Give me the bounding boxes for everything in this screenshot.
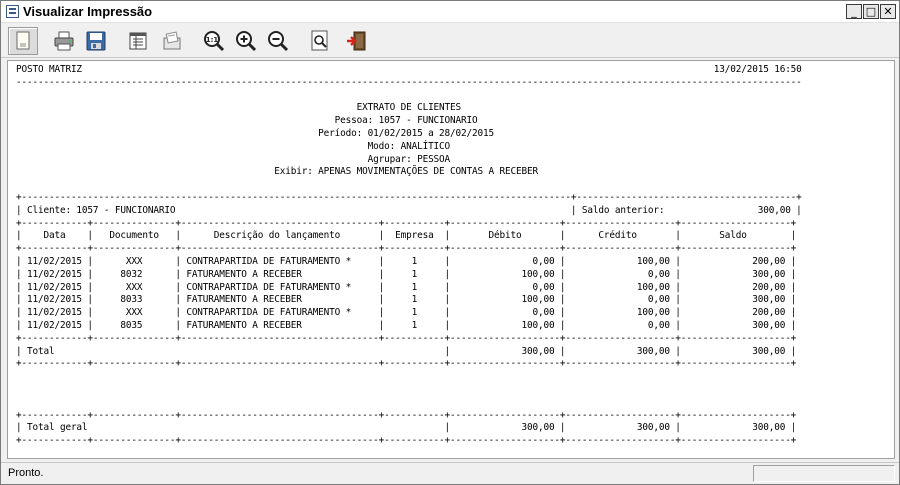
zoom-actual-button[interactable]: 1:1 (199, 27, 229, 55)
minimize-button[interactable]: _ (846, 4, 862, 19)
page-icon (16, 31, 30, 50)
status-pane (753, 465, 895, 482)
report-title: EXTRATO DE CLIENTES (16, 102, 802, 114)
zoom-actual-size-icon: 1:1 (204, 31, 225, 52)
list-view-button[interactable] (123, 27, 153, 55)
report-header: POSTO MATRIZ 13/02/2015 16:50 (16, 64, 802, 75)
page-view-button[interactable] (8, 27, 38, 55)
divider: ----------------------------------------… (16, 76, 802, 88)
report-filter: Exibir: APENAS MOVIMENTAÇÕES DE CONTAS A… (16, 166, 802, 178)
zoom-in-icon (236, 31, 257, 52)
find-in-page-icon (311, 30, 328, 51)
grand-total-row: | Total geral | 300,00 | 300,00 | 300,00… (16, 422, 797, 434)
maximize-button[interactable]: □ (863, 4, 879, 19)
zoom-out-button[interactable] (263, 27, 293, 55)
table-row: | 11/02/2015 | 8033 | FATURAMENTO A RECE… (16, 294, 797, 306)
report-person: Pessoa: 1057 - FUNCIONARIO (16, 115, 802, 127)
status-bar: Pronto. (1, 462, 899, 484)
divider: +------------+---------------+----------… (16, 435, 797, 447)
total-row: | Total | 300,00 | 300,00 | 300,00 | (16, 345, 797, 357)
svg-text:1:1: 1:1 (206, 36, 219, 44)
divider: +------------+---------------+----------… (16, 217, 797, 229)
title-bar: Visualizar Impressão _ □ ✕ (1, 1, 899, 23)
export-button[interactable] (157, 27, 187, 55)
status-text: Pronto. (8, 467, 44, 479)
table-row: | 11/02/2015 | 8035 | FATURAMENTO A RECE… (16, 319, 797, 331)
divider: +------------+---------------+----------… (16, 358, 797, 370)
table-row: | 11/02/2015 | XXX | CONTRAPARTIDA DE FA… (16, 281, 797, 293)
divider: +------------+---------------+----------… (16, 332, 797, 344)
print-button[interactable] (49, 27, 79, 55)
printer-icon (54, 31, 74, 51)
divider: +---------------------------------------… (16, 191, 802, 203)
report-content: POSTO MATRIZ 13/02/2015 16:50 -----------… (16, 64, 802, 448)
exit-button[interactable] (341, 27, 371, 55)
close-button[interactable]: ✕ (880, 4, 896, 19)
divider: +------------+---------------+----------… (16, 409, 797, 421)
list-icon (129, 32, 147, 50)
report-group: Agrupar: PESSOA (16, 153, 802, 165)
report-period: Período: 01/02/2015 a 28/02/2015 (16, 127, 802, 139)
zoom-in-button[interactable] (231, 27, 261, 55)
table-row: | 11/02/2015 | XXX | CONTRAPARTIDA DE FA… (16, 307, 797, 319)
table-row: | 11/02/2015 | 8032 | FATURAMENTO A RECE… (16, 268, 797, 280)
table-row: | 11/02/2015 | XXX | CONTRAPARTIDA DE FA… (16, 255, 797, 267)
client-line: | Cliente: 1057 - FUNCIONARIO | Saldo an… (16, 204, 802, 216)
find-button[interactable] (305, 27, 335, 55)
export-icon (163, 31, 181, 50)
report-mode: Modo: ANALÍTICO (16, 140, 802, 152)
print-preview-window: Visualizar Impressão _ □ ✕ 1:1 POSTO MAT… (0, 0, 900, 485)
floppy-disk-icon (86, 31, 106, 51)
app-icon (6, 5, 19, 18)
save-button[interactable] (81, 27, 111, 55)
column-headers: | Data | Documento | Descrição do lançam… (16, 230, 797, 242)
toolbar: 1:1 (1, 24, 899, 58)
zoom-out-icon (268, 31, 289, 52)
divider: +------------+---------------+----------… (16, 243, 797, 255)
exit-door-icon (347, 31, 366, 51)
window-title: Visualizar Impressão (23, 4, 153, 19)
report-preview-page[interactable]: POSTO MATRIZ 13/02/2015 16:50 -----------… (7, 60, 895, 459)
